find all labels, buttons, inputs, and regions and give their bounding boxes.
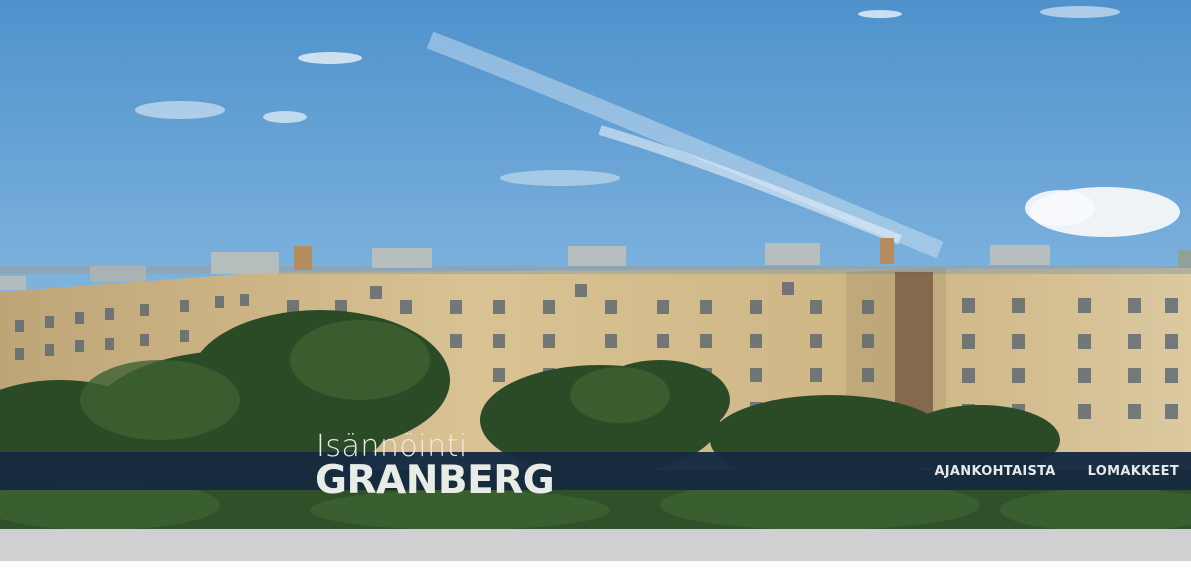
page-body bbox=[0, 561, 1191, 568]
nav-item-ajankohtaista[interactable]: AJANKOHTAISTA bbox=[934, 464, 1055, 479]
nav-menu: AJANKOHTAISTA LOMAKKEET bbox=[934, 452, 1179, 490]
nav-item-lomakkeet[interactable]: LOMAKKEET bbox=[1088, 464, 1179, 479]
hero-image bbox=[0, 0, 1191, 529]
hero-photo bbox=[0, 0, 1191, 529]
content-band bbox=[0, 529, 1191, 561]
logo-title-bottom: GRANBERG bbox=[315, 458, 555, 503]
